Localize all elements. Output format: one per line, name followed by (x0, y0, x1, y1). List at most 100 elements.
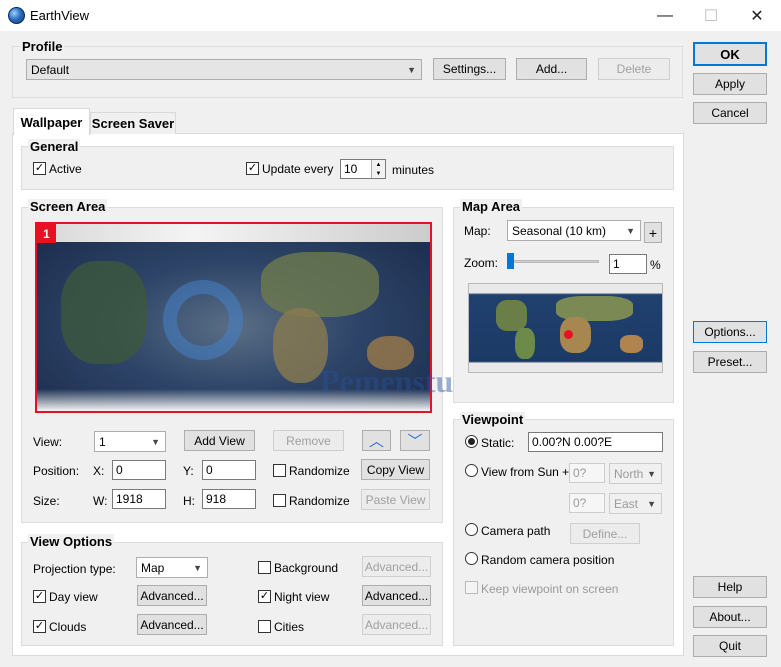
zoom-slider-thumb[interactable] (507, 253, 514, 269)
camera-path-label: Camera path (481, 524, 551, 538)
tab-screen-saver[interactable]: Screen Saver (90, 112, 176, 134)
delete-profile-button: Delete (598, 58, 670, 80)
spin-up-icon[interactable]: ▲ (376, 162, 382, 168)
sun-latitude-input: 0? (569, 463, 605, 483)
camera-path-radio[interactable] (465, 523, 478, 536)
zoom-slider-track[interactable] (507, 260, 599, 263)
profile-select[interactable]: Default ▼ (26, 59, 422, 80)
h-label: H: (183, 494, 195, 508)
keep-viewpoint-checkbox (465, 581, 478, 594)
random-camera-radio[interactable] (465, 552, 478, 565)
minimize-icon[interactable]: — (642, 0, 688, 31)
day-view-label: Day view (49, 590, 98, 604)
chevron-down-icon: ▼ (151, 436, 160, 447)
window-title: EarthView (30, 8, 90, 23)
size-width-input[interactable]: 1918 (112, 489, 166, 509)
sun-longitude-direction-select: East ▼ (609, 493, 662, 514)
remove-view-button: Remove (273, 430, 344, 451)
update-every-checkbox[interactable]: ✓ (246, 162, 259, 175)
night-view-checkbox[interactable]: ✓ (258, 590, 271, 603)
general-title: General (28, 139, 81, 154)
randomize-position-label: Randomize (289, 464, 350, 478)
sun-latitude-direction-select: North ▼ (609, 463, 662, 484)
view-from-sun-radio[interactable] (465, 464, 478, 477)
projection-type-value: Map (141, 560, 165, 575)
copy-view-button[interactable]: Copy View (361, 459, 430, 480)
clouds-advanced-button[interactable]: Advanced... (137, 614, 207, 635)
random-camera-label: Random camera position (481, 553, 615, 567)
size-width-value: 1918 (116, 492, 143, 506)
position-label: Position: (33, 464, 80, 478)
static-coordinates-input[interactable]: 0.00?N 0.00?E (528, 432, 663, 452)
cancel-button[interactable]: Cancel (693, 102, 767, 124)
day-view-checkbox[interactable]: ✓ (33, 590, 46, 603)
view-options-title: View Options (28, 534, 115, 549)
close-icon[interactable]: ✕ (734, 0, 780, 31)
randomize-size-checkbox[interactable] (273, 494, 286, 507)
view-select[interactable]: 1 ▼ (94, 431, 166, 452)
position-y-input[interactable]: 0 (202, 460, 256, 480)
view-from-sun-label: View from Sun + (481, 465, 570, 479)
keep-viewpoint-label: Keep viewpoint on screen (481, 582, 619, 596)
tab-wallpaper[interactable]: Wallpaper (13, 108, 90, 135)
screen-number-badge: 1 (37, 224, 56, 243)
size-height-value: 918 (206, 492, 227, 506)
ok-button[interactable]: OK (693, 42, 767, 66)
options-button[interactable]: Options... (693, 321, 767, 343)
background-label: Background (274, 561, 339, 575)
map-type-select[interactable]: Seasonal (10 km) ▼ (507, 220, 641, 241)
add-map-button[interactable]: + (644, 222, 662, 243)
chevron-down-icon: ▼ (193, 562, 202, 573)
zoom-input[interactable]: 1 (609, 254, 647, 274)
night-view-advanced-button[interactable]: Advanced... (362, 585, 431, 606)
chevron-down-icon: ▼ (647, 498, 656, 509)
zoom-value: 1 (613, 257, 620, 271)
sun-latitude-direction-value: North (614, 466, 644, 481)
zoom-label: Zoom: (464, 256, 499, 270)
screen-area-title: Screen Area (28, 199, 108, 214)
active-checkbox[interactable]: ✓ (33, 162, 46, 175)
projection-type-select[interactable]: Map ▼ (136, 557, 208, 578)
zoom-unit: % (650, 258, 661, 272)
apply-button[interactable]: Apply (693, 73, 767, 95)
world-map-preview[interactable] (468, 283, 663, 373)
paste-view-button: Paste View (361, 489, 430, 510)
spin-down-icon[interactable]: ▼ (376, 171, 382, 177)
y-label: Y: (183, 464, 194, 478)
cities-advanced-button: Advanced... (362, 614, 431, 635)
add-view-button[interactable]: Add View (184, 430, 255, 451)
quit-button[interactable]: Quit (693, 635, 767, 657)
sun-longitude-value: 0? (573, 496, 587, 510)
earth-app-icon (8, 7, 25, 24)
settings-button[interactable]: Settings... (433, 58, 506, 80)
background-checkbox[interactable] (258, 561, 271, 574)
move-down-icon[interactable]: ﹀ (400, 430, 430, 451)
randomize-position-checkbox[interactable] (273, 464, 286, 477)
chevron-down-icon: ▼ (626, 225, 635, 236)
map-area-title: Map Area (460, 199, 523, 214)
map-label: Map: (464, 224, 491, 238)
update-every-label: Update every (262, 162, 334, 176)
day-view-advanced-button[interactable]: Advanced... (137, 585, 207, 606)
static-label: Static: (481, 436, 515, 450)
x-label: X: (93, 464, 105, 478)
static-radio[interactable] (465, 435, 478, 448)
preset-button[interactable]: Preset... (693, 351, 767, 373)
sun-longitude-input: 0? (569, 493, 605, 513)
position-x-input[interactable]: 0 (112, 460, 166, 480)
view-label: View: (33, 435, 63, 449)
help-button[interactable]: Help (693, 576, 767, 598)
cities-label: Cities (274, 620, 305, 634)
viewpoint-marker (563, 329, 573, 339)
profile-select-value: Default (31, 62, 70, 77)
about-button[interactable]: About... (693, 606, 767, 628)
view-select-value: 1 (99, 434, 106, 449)
add-profile-button[interactable]: Add... (516, 58, 587, 80)
move-up-icon[interactable]: ︿ (362, 430, 391, 451)
cities-checkbox[interactable] (258, 620, 271, 633)
position-y-value: 0 (206, 463, 213, 477)
update-interval-spinner[interactable]: ▲ ▼ (371, 160, 385, 178)
size-height-input[interactable]: 918 (202, 489, 256, 509)
active-label: Active (49, 162, 82, 176)
clouds-checkbox[interactable]: ✓ (33, 620, 46, 633)
